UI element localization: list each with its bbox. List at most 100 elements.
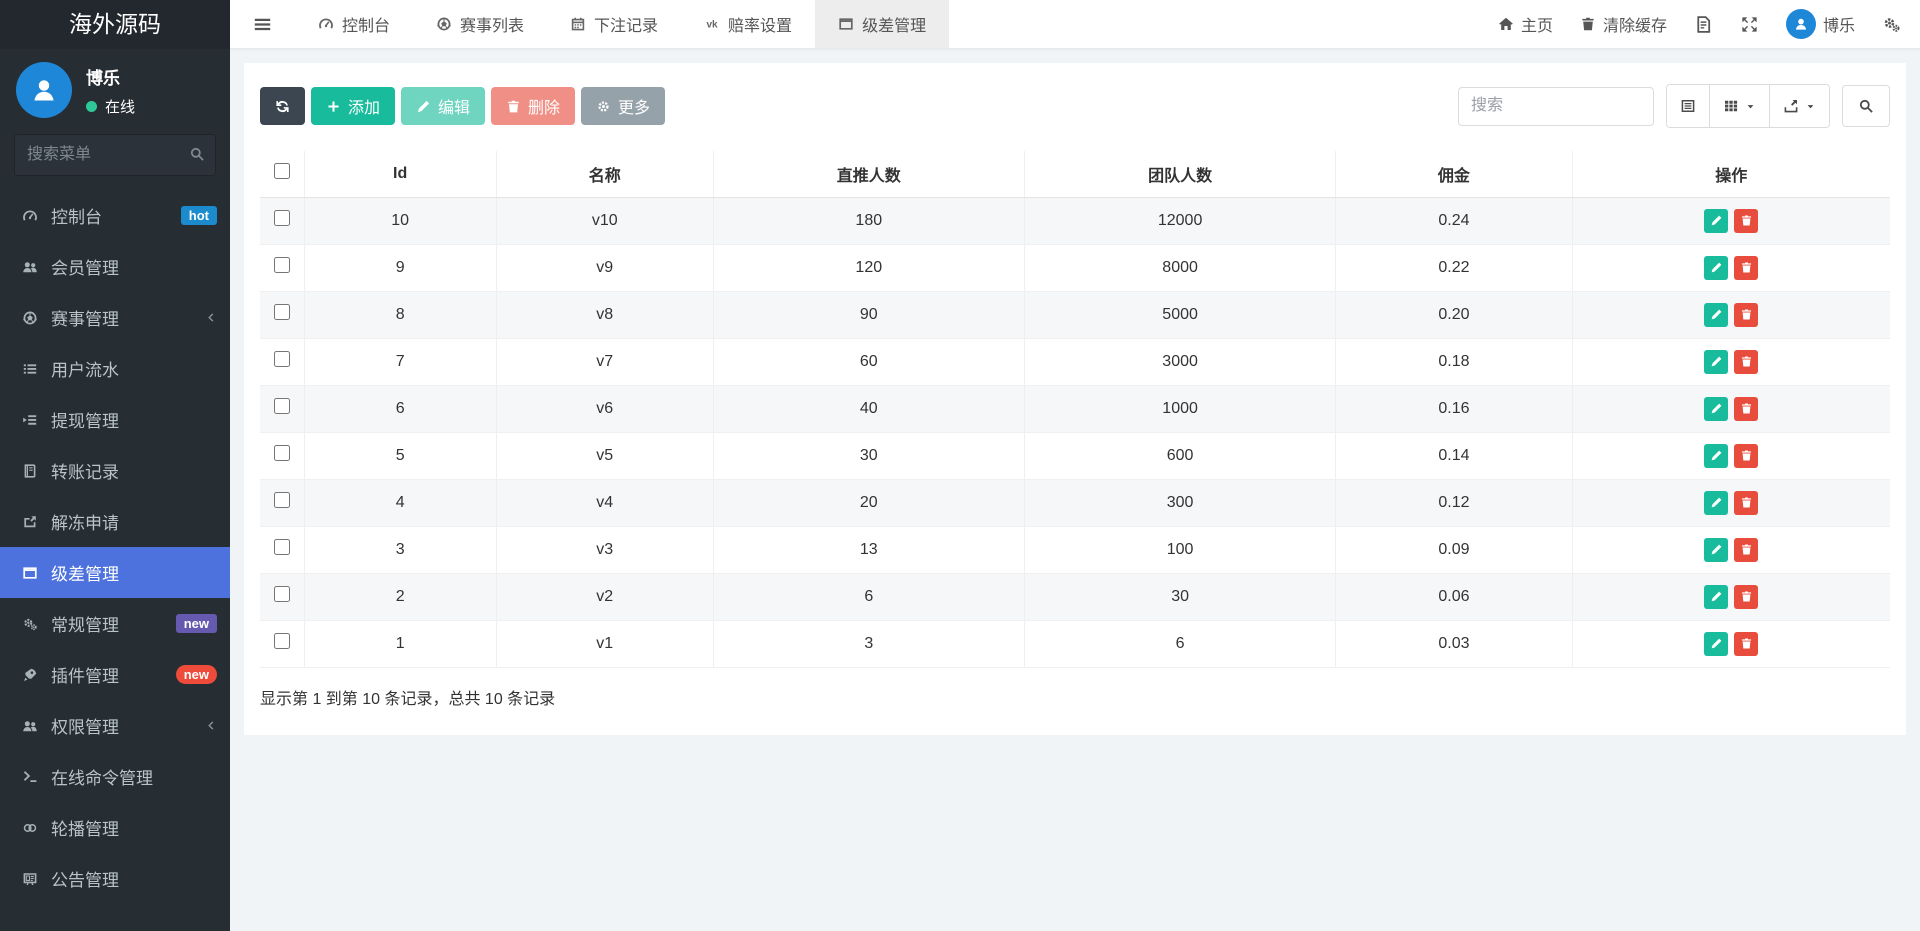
sidebar-item-announcements[interactable]: 公告管理 bbox=[0, 853, 230, 904]
sidebar-item-withdrawals[interactable]: 提现管理 bbox=[0, 394, 230, 445]
cell-actions bbox=[1572, 526, 1890, 573]
chevron-left-icon bbox=[204, 719, 217, 732]
table-row: 7v76030000.18 bbox=[260, 338, 1890, 385]
search-icon bbox=[189, 146, 205, 162]
row-checkbox[interactable] bbox=[274, 398, 290, 414]
sidebar-item-dashboard[interactable]: 控制台hot bbox=[0, 190, 230, 241]
row-edit-button[interactable] bbox=[1704, 303, 1728, 327]
row-edit-button[interactable] bbox=[1704, 585, 1728, 609]
topbar: 控制台赛事列表下注记录 赔率设置级差管理 主页 清除缓存 博乐 bbox=[230, 0, 1920, 49]
search-submit-button[interactable] bbox=[1842, 85, 1890, 127]
pencil-icon bbox=[416, 99, 431, 114]
row-edit-button[interactable] bbox=[1704, 444, 1728, 468]
pencil-icon bbox=[1710, 637, 1723, 650]
row-checkbox[interactable] bbox=[274, 304, 290, 320]
row-delete-button[interactable] bbox=[1734, 397, 1758, 421]
row-checkbox[interactable] bbox=[274, 210, 290, 226]
fullscreen-button[interactable] bbox=[1740, 15, 1759, 34]
row-checkbox[interactable] bbox=[274, 539, 290, 555]
row-delete-button[interactable] bbox=[1734, 632, 1758, 656]
row-checkbox[interactable] bbox=[274, 633, 290, 649]
row-checkbox[interactable] bbox=[274, 257, 290, 273]
tab-dashboard[interactable]: 控制台 bbox=[295, 0, 413, 48]
trash-icon bbox=[1580, 16, 1596, 32]
home-link[interactable]: 主页 bbox=[1498, 12, 1553, 36]
cell-team: 100 bbox=[1024, 526, 1335, 573]
sidebar-item-general[interactable]: 常规管理new bbox=[0, 598, 230, 649]
gauge-icon bbox=[318, 16, 334, 32]
caret-down-icon bbox=[1805, 101, 1816, 112]
row-checkbox-cell bbox=[260, 244, 304, 291]
delete-button[interactable]: 删除 bbox=[491, 87, 575, 125]
sidebar-item-matches[interactable]: 赛事管理 bbox=[0, 292, 230, 343]
row-delete-button[interactable] bbox=[1734, 491, 1758, 515]
row-checkbox-cell bbox=[260, 479, 304, 526]
row-edit-button[interactable] bbox=[1704, 397, 1728, 421]
sidebar-item-permissions[interactable]: 权限管理 bbox=[0, 700, 230, 751]
more-button[interactable]: 更多 bbox=[581, 87, 665, 125]
content-panel: 添加 编辑 删除 更多 bbox=[244, 63, 1906, 735]
row-edit-button[interactable] bbox=[1704, 256, 1728, 280]
delete-label: 删除 bbox=[528, 94, 560, 118]
row-checkbox[interactable] bbox=[274, 445, 290, 461]
sidebar-item-label: 解冻申请 bbox=[51, 509, 217, 534]
toggle-view-button[interactable] bbox=[1667, 85, 1709, 127]
row-checkbox[interactable] bbox=[274, 492, 290, 508]
select-all-checkbox[interactable] bbox=[274, 163, 290, 179]
sidebar-item-online-commands[interactable]: 在线命令管理 bbox=[0, 751, 230, 802]
row-edit-button[interactable] bbox=[1704, 538, 1728, 562]
tab-label: 赔率设置 bbox=[728, 12, 792, 36]
sidebar-item-members[interactable]: 会员管理 bbox=[0, 241, 230, 292]
sidebar-item-transfers[interactable]: 转账记录 bbox=[0, 445, 230, 496]
row-delete-button[interactable] bbox=[1734, 256, 1758, 280]
settings-button[interactable] bbox=[1882, 15, 1901, 34]
cell-id: 5 bbox=[304, 432, 496, 479]
row-edit-button[interactable] bbox=[1704, 209, 1728, 233]
tab-odds-settings[interactable]: 赔率设置 bbox=[681, 0, 815, 48]
cell-direct: 13 bbox=[713, 526, 1024, 573]
column-header-直推人数: 直推人数 bbox=[713, 151, 1024, 197]
user-menu[interactable]: 博乐 bbox=[1786, 9, 1855, 39]
column-header-Id: Id bbox=[304, 151, 496, 197]
tab-bet-records[interactable]: 下注记录 bbox=[547, 0, 681, 48]
sidebar-item-label: 权限管理 bbox=[51, 713, 204, 738]
cell-team: 300 bbox=[1024, 479, 1335, 526]
sidebar-item-unfreeze[interactable]: 解冻申请 bbox=[0, 496, 230, 547]
sidebar-item-level-diff[interactable]: 级差管理 bbox=[0, 547, 230, 598]
menu-search-input[interactable] bbox=[14, 134, 216, 176]
edit-label: 编辑 bbox=[438, 94, 470, 118]
row-edit-button[interactable] bbox=[1704, 632, 1728, 656]
cell-direct: 90 bbox=[713, 291, 1024, 338]
row-delete-button[interactable] bbox=[1734, 538, 1758, 562]
sidebar-toggle-button[interactable] bbox=[230, 0, 295, 48]
row-delete-button[interactable] bbox=[1734, 585, 1758, 609]
sidebar-item-plugins[interactable]: 插件管理new bbox=[0, 649, 230, 700]
row-edit-button[interactable] bbox=[1704, 350, 1728, 374]
clear-cache-button[interactable]: 清除缓存 bbox=[1580, 12, 1667, 36]
row-delete-button[interactable] bbox=[1734, 444, 1758, 468]
user-avatar[interactable] bbox=[16, 62, 72, 118]
cell-commission: 0.18 bbox=[1336, 338, 1572, 385]
table-search-input[interactable] bbox=[1458, 87, 1654, 126]
row-delete-button[interactable] bbox=[1734, 209, 1758, 233]
add-button[interactable]: 添加 bbox=[311, 87, 395, 125]
export-button[interactable] bbox=[1769, 85, 1829, 127]
row-checkbox[interactable] bbox=[274, 351, 290, 367]
sidebar-item-carousel[interactable]: 轮播管理 bbox=[0, 802, 230, 853]
gears-icon bbox=[1882, 15, 1901, 34]
row-delete-button[interactable] bbox=[1734, 303, 1758, 327]
tab-level-diff[interactable]: 级差管理 bbox=[815, 0, 949, 48]
edit-button[interactable]: 编辑 bbox=[401, 87, 485, 125]
tab-match-list[interactable]: 赛事列表 bbox=[413, 0, 547, 48]
row-edit-button[interactable] bbox=[1704, 491, 1728, 515]
list-icon bbox=[18, 361, 42, 377]
row-checkbox[interactable] bbox=[274, 586, 290, 602]
log-button[interactable] bbox=[1694, 15, 1713, 34]
cell-name: v10 bbox=[496, 197, 713, 244]
search-icon bbox=[1858, 98, 1874, 114]
refresh-button[interactable] bbox=[260, 87, 305, 125]
sidebar-item-user-flow[interactable]: 用户流水 bbox=[0, 343, 230, 394]
columns-button[interactable] bbox=[1709, 85, 1769, 127]
cell-team: 12000 bbox=[1024, 197, 1335, 244]
row-delete-button[interactable] bbox=[1734, 350, 1758, 374]
